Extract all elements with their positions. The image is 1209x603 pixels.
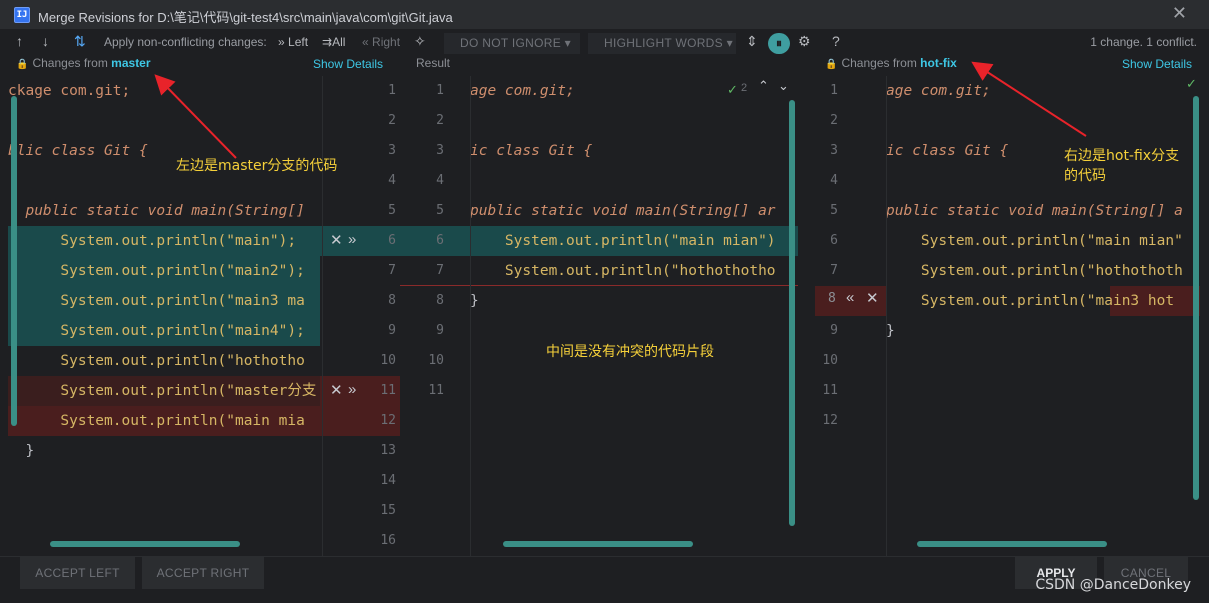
annotation-arrows xyxy=(154,61,1087,159)
arrow-left xyxy=(154,74,237,159)
watermark: CSDN @DanceDonkey xyxy=(1035,577,1191,593)
accept-right-button[interactable]: ACCEPT RIGHT xyxy=(142,557,264,589)
accept-left-button[interactable]: ACCEPT LEFT xyxy=(20,557,135,589)
arrow-right xyxy=(971,61,1087,137)
